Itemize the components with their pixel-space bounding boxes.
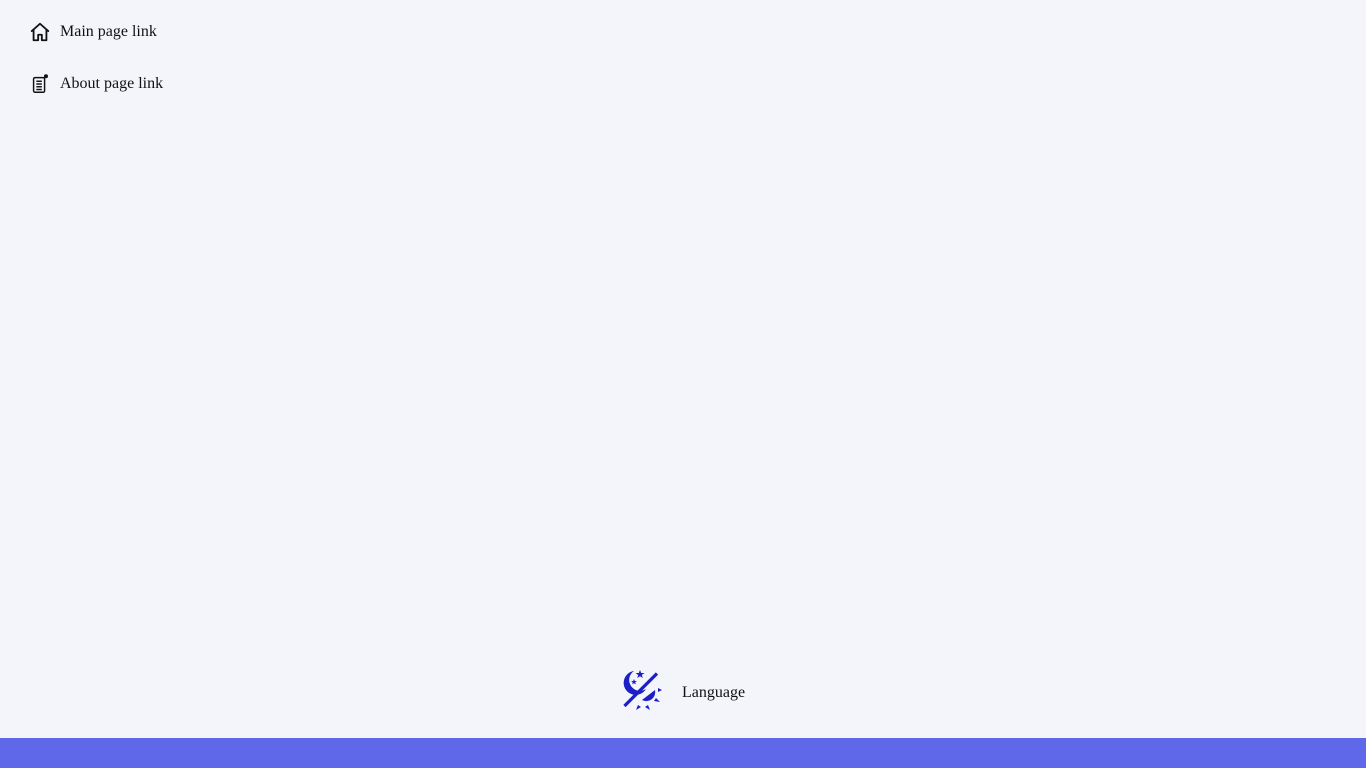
main-page-link[interactable]: Main page link xyxy=(28,20,163,44)
document-icon xyxy=(28,72,52,96)
main-page-link-label: Main page link xyxy=(60,23,157,40)
home-icon xyxy=(28,20,52,44)
about-page-link[interactable]: About page link xyxy=(28,72,163,96)
sidebar-nav: Main page link About page link xyxy=(28,20,163,124)
language-label: Language xyxy=(682,684,746,701)
theme-toggle-icon xyxy=(620,669,662,711)
footer-bar xyxy=(0,738,1366,768)
about-page-link-label: About page link xyxy=(60,75,164,92)
language-switcher[interactable]: Language xyxy=(620,669,745,711)
page: Main page link About page link Language xyxy=(0,0,1366,768)
